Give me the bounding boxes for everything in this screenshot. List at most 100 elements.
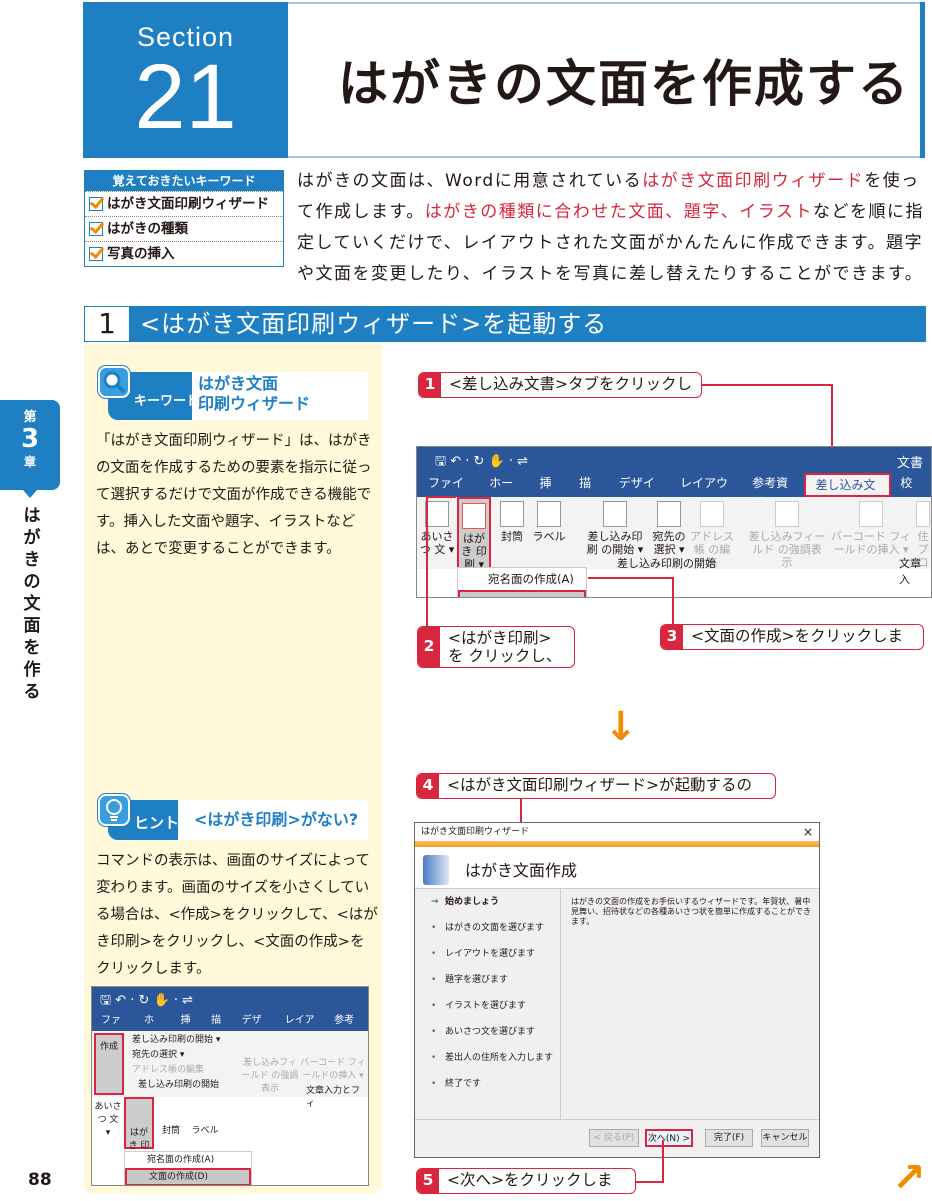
greeting-button[interactable]: あいさつ 文 ▾	[419, 501, 455, 556]
keyword-label: はがき文面印刷ウィザード	[107, 196, 269, 212]
tab-layout[interactable]: レイアウト	[276, 1011, 325, 1046]
menu-item-message-side[interactable]: 文面の作成(D)	[458, 590, 586, 597]
keyword-label: 写真の挿入	[107, 246, 175, 262]
insert-barcode-button: バーコード フィールドの挿入 ▾	[829, 501, 913, 556]
close-icon[interactable]: ×	[803, 823, 813, 841]
tab-file[interactable]: ファイル	[419, 473, 480, 510]
keyword-body: 「はがき文面印刷ウィザード」は、はがきの文面を作成するための要素を指示に従って選…	[96, 433, 372, 557]
chapter-title: はがきの文面を作る	[23, 506, 41, 702]
wizard-step: 始めましょう	[415, 889, 560, 915]
create-button[interactable]: 作成	[94, 1033, 124, 1095]
keyword-item: はがき文面印刷ウィザード	[85, 191, 283, 216]
tab-file[interactable]: ファイル	[92, 1011, 135, 1046]
cancel-button[interactable]: キャンセル	[761, 1129, 809, 1147]
wizard-step: イラストを選びます	[415, 993, 560, 1019]
tab-references[interactable]: 参考資料	[743, 473, 804, 510]
chapter-number: 3	[20, 424, 40, 454]
hint-badge: ヒント <はがき印刷>がない?	[98, 794, 368, 840]
tab-draw[interactable]: 描画	[570, 473, 610, 510]
menu-item-address-side[interactable]: 宛名面の作成(A)	[458, 568, 586, 590]
greeting-button[interactable]: あいさつ 文 ▾	[94, 1101, 122, 1140]
postcard-print-button[interactable]: はがき 印刷 ▾	[457, 497, 491, 571]
lightbulb-icon	[98, 794, 130, 826]
select-recipients[interactable]: 宛先の選択 ▾	[132, 1048, 220, 1063]
document-title: 文書	[896, 456, 923, 471]
wizard-steps: 始めましょう はがきの文面を選びます レイアウトを選びます 題字を選びます イラ…	[415, 889, 561, 1119]
arrow-down-icon: ↓	[604, 704, 638, 750]
start-mail-merge[interactable]: 差し込み印刷の開始 ▾	[132, 1033, 220, 1048]
title-accent-bar	[920, 2, 925, 158]
tab-home[interactable]: ホーム	[135, 1011, 172, 1066]
magnifier-icon	[98, 366, 130, 398]
intro-paragraph: はがきの文面は、Wordに用意されているはがき文面印刷ウィザードを使って作成しま…	[297, 166, 927, 290]
start-mail-merge-button[interactable]: 差し込み印刷 の開始 ▾	[583, 501, 647, 556]
wizard-step: はがきの文面を選びます	[415, 915, 560, 941]
callout-1: 1<差し込み文書>タブをクリックして、	[418, 372, 702, 398]
keyword-item: 写真の挿入	[85, 241, 283, 266]
callout-5: 5<次へ>をクリックします。	[416, 1168, 636, 1194]
keyword-badge: キーワード はがき文面 印刷ウィザード	[98, 366, 368, 420]
intro-text: はがきの文面は、Wordに用意されている	[297, 171, 643, 191]
keyword-item: はがきの種類	[85, 216, 283, 241]
badge-title: はがき文面 印刷ウィザード	[198, 374, 311, 413]
wizard-description: はがきの文面の作成をお手伝いするウィザードです。年賀状、暑中見舞い、招待状などの…	[571, 897, 811, 926]
intro-highlight: はがき文面印刷ウィザード	[642, 171, 865, 191]
badge-label: キーワード	[134, 394, 200, 409]
callout-4: 4<はがき文面印刷ウィザード>が起動するので、	[416, 773, 776, 799]
title-bar: 🖫 ↶ · ↻ ✋ · ⇌ 文書	[417, 447, 931, 473]
wizard-titlebar: はがき文面印刷ウィザード ×	[415, 823, 819, 841]
tab-mailings[interactable]: 差し込み文書	[804, 473, 892, 512]
tab-home[interactable]: ホーム	[480, 473, 530, 510]
section-badge: Section 21	[83, 2, 288, 158]
ribbon-group-label: 差し込み印刷の開始	[617, 557, 716, 570]
envelope-button[interactable]: 封筒	[495, 501, 529, 543]
highlight-fields: 差し込みフィールド の強調表示	[241, 1058, 299, 1094]
postcard-print-button[interactable]: はがき 印刷 ▾	[124, 1097, 154, 1164]
wizard-step: あいさつ文を選びます	[415, 1019, 560, 1045]
page-number: 88	[28, 1170, 52, 1190]
envelope-button[interactable]: 封筒	[156, 1125, 186, 1138]
word-screenshot-small: 🖫 ↶ · ↻ ✋ · ⇌ ファイル ホーム 挿入 描画 デザイン レイアウト …	[91, 986, 369, 1186]
quick-access-toolbar: 🖫 ↶ · ↻ ✋ · ⇌	[92, 987, 368, 1011]
label-button[interactable]: ラベル	[531, 501, 567, 543]
tab-design[interactable]: デザイン	[610, 473, 671, 510]
checkbox-icon	[89, 247, 103, 261]
wizard-step: 題字を選びます	[415, 967, 560, 993]
tab-insert[interactable]: 挿入	[530, 473, 570, 510]
callout-2: 2 <はがき印刷>を クリックし、	[417, 626, 575, 668]
keyword-label: はがきの種類	[107, 221, 188, 237]
wizard-step: 差出人の住所を入力します	[415, 1045, 560, 1071]
sidebar-notes: キーワード はがき文面 印刷ウィザード 「はがき文面印刷ウィザード」は、はがきの文…	[84, 344, 382, 1194]
badge-title: <はがき印刷>がない?	[194, 810, 359, 829]
hint-body: コマンドの表示は、画面のサイズによって変わります。画面のサイズを小さくしている場…	[96, 853, 378, 977]
page-title: はがきの文面を作成する	[338, 55, 910, 113]
step-title: <はがき文面印刷ウィザード>を起動する	[140, 310, 608, 338]
insert-barcode: バーコード フィールドの挿入 ▾	[300, 1058, 366, 1081]
menu-item-message-side[interactable]: 文面の作成(D)	[125, 1168, 251, 1185]
tab-review[interactable]: 校閲	[891, 473, 931, 510]
section-number: 21	[134, 46, 237, 148]
step-number: 1	[85, 307, 129, 341]
tab-layout[interactable]: レイアウト	[671, 473, 743, 510]
tab-references[interactable]: 参考資料	[325, 1011, 368, 1046]
tab-design[interactable]: デザイン	[233, 1011, 276, 1046]
select-recipients-button[interactable]: 宛先の 選択 ▾	[649, 501, 689, 556]
label-button[interactable]: ラベル	[188, 1125, 222, 1138]
ribbon-group-label: 文章入力とフィ	[306, 1086, 361, 1109]
title-box: はがきの文面を作成する	[288, 2, 924, 158]
tab-draw[interactable]: 描画	[202, 1011, 233, 1046]
tab-insert[interactable]: 挿入	[172, 1011, 203, 1046]
ribbon-group-label: 文章入	[899, 557, 921, 586]
wizard-step: 終了です	[415, 1071, 560, 1097]
menu-item-address-side[interactable]: 宛名面の作成(A)	[125, 1152, 251, 1168]
keywords-heading: 覚えておきたいキーワード	[85, 171, 283, 191]
step-heading: 1 <はがき文面印刷ウィザード>を起動する	[84, 306, 926, 342]
checkbox-icon	[89, 222, 103, 236]
finish-button[interactable]: 完了(F)	[705, 1129, 753, 1147]
back-button: < 戻る(P)	[589, 1129, 639, 1147]
ribbon-group-label: 差し込み印刷の開始	[138, 1080, 220, 1090]
edit-address-book: アドレス帳の編集	[132, 1065, 205, 1075]
callout-3: 3<文面の作成>をクリックします。	[660, 624, 924, 650]
next-button[interactable]: 次へ(N) >	[645, 1129, 693, 1147]
quick-access-toolbar[interactable]: 🖫 ↶ · ↻ ✋ · ⇌	[435, 454, 528, 469]
